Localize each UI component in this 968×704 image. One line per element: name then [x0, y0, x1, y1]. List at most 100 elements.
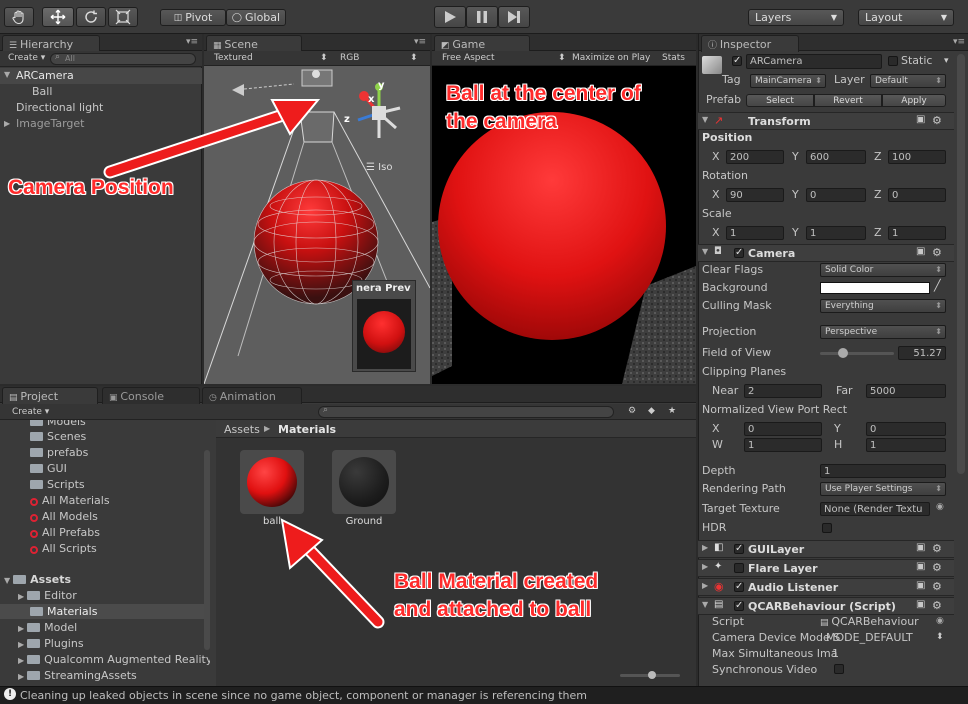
pause-button[interactable]: [466, 6, 498, 28]
transform-header[interactable]: ▼ ↗ Transform ▣ ⚙: [698, 112, 954, 130]
play-button[interactable]: [434, 6, 466, 28]
audio-listener-enabled-checkbox[interactable]: ✓: [734, 582, 744, 592]
position-x-field[interactable]: 200: [726, 150, 784, 164]
clear-flags-dropdown[interactable]: Solid Color: [820, 263, 946, 277]
favorite-item-all-scripts[interactable]: All Scripts: [30, 541, 97, 556]
layer-dropdown[interactable]: Default: [870, 74, 946, 88]
script-value[interactable]: ▤ QCARBehaviour: [820, 614, 919, 630]
asset-folder-materials[interactable]: Materials: [30, 604, 97, 619]
help-icon[interactable]: ▣: [916, 580, 925, 591]
asset-folder-streamingassets[interactable]: ▶ StreamingAssets: [18, 668, 137, 683]
hand-tool-button[interactable]: [4, 7, 34, 27]
assets-root[interactable]: ▼ Assets: [4, 572, 71, 587]
static-checkbox[interactable]: [888, 56, 898, 66]
fov-slider[interactable]: [820, 348, 894, 358]
guilayer-header[interactable]: ▶ ◧ ✓ GUILayer ▣ ⚙: [698, 540, 954, 558]
gear-icon[interactable]: ⚙: [932, 542, 942, 555]
object-picker-icon[interactable]: ◉: [936, 616, 944, 626]
flare-layer-header[interactable]: ▶ ✦ Flare Layer ▣ ⚙: [698, 559, 954, 577]
hierarchy-item-ball[interactable]: Ball: [32, 85, 52, 98]
viewport-x-field[interactable]: 0: [744, 422, 822, 436]
hierarchy-search-input[interactable]: ⌕ All: [50, 52, 196, 65]
expand-arrow-icon[interactable]: ▼: [4, 70, 10, 79]
culling-mask-dropdown[interactable]: Everything: [820, 299, 946, 313]
global-toggle[interactable]: ◯ Global: [226, 9, 286, 26]
scale-z-field[interactable]: 1: [888, 226, 946, 240]
inspector-scrollbar[interactable]: [957, 54, 965, 474]
favorite-item-all-materials[interactable]: All Materials: [30, 493, 110, 508]
filter-label-icon[interactable]: ◆: [648, 406, 655, 416]
gear-icon[interactable]: ⚙: [932, 246, 942, 259]
asset-folder-model[interactable]: ▶ Model: [18, 620, 77, 635]
help-icon[interactable]: ▣: [916, 246, 925, 257]
favorite-item-all-prefabs[interactable]: All Prefabs: [30, 525, 100, 540]
status-message[interactable]: Cleaning up leaked objects in scene sinc…: [20, 689, 587, 702]
camera-enabled-checkbox[interactable]: ✓: [734, 248, 744, 258]
rotation-y-field[interactable]: 0: [806, 188, 866, 202]
tab-project[interactable]: ▤ Project: [2, 387, 98, 404]
material-tile-ball[interactable]: ball: [240, 450, 306, 546]
guilayer-enabled-checkbox[interactable]: ✓: [734, 544, 744, 554]
hierarchy-item-directional-light[interactable]: Directional light: [16, 101, 103, 114]
viewport-y-field[interactable]: 0: [866, 422, 946, 436]
render-mode-dropdown[interactable]: RGB: [340, 53, 359, 63]
scale-y-field[interactable]: 1: [806, 226, 866, 240]
device-mode-dropdown[interactable]: MODE_DEFAULT: [826, 630, 913, 646]
help-icon[interactable]: ▣: [916, 542, 925, 553]
panel-menu-icon[interactable]: ▾≡: [186, 37, 198, 47]
hierarchy-item-imagetarget[interactable]: ImageTarget: [16, 117, 84, 130]
layout-dropdown[interactable]: Layout ▼: [858, 9, 954, 26]
viewport-h-field[interactable]: 1: [866, 438, 946, 452]
projection-dropdown[interactable]: Perspective: [820, 325, 946, 339]
help-icon[interactable]: ▣: [916, 599, 925, 610]
target-texture-field[interactable]: None (Render Textu: [820, 502, 930, 516]
rotate-tool-button[interactable]: [76, 7, 106, 27]
tab-animation[interactable]: ◷ Animation: [202, 387, 302, 404]
favorite-item-all-models[interactable]: All Models: [30, 509, 98, 524]
near-field[interactable]: 2: [744, 384, 822, 398]
favorite-item-scenes[interactable]: Scenes: [30, 429, 86, 444]
tab-scene[interactable]: ▦ Scene: [206, 35, 302, 52]
flare-layer-enabled-checkbox[interactable]: [734, 563, 744, 573]
asset-folder-plugins[interactable]: ▶ Plugins: [18, 636, 84, 651]
pivot-toggle[interactable]: ◫ Pivot: [160, 9, 226, 26]
rotation-z-field[interactable]: 0: [888, 188, 946, 202]
step-button[interactable]: [498, 6, 530, 28]
move-tool-button[interactable]: [42, 7, 74, 27]
gear-icon[interactable]: ⚙: [932, 561, 942, 574]
hierarchy-create-button[interactable]: Create ▾: [8, 53, 45, 63]
eyedropper-icon[interactable]: ╱: [934, 279, 941, 292]
zoom-slider-thumb[interactable]: [648, 671, 656, 679]
fov-field[interactable]: 51.27: [898, 346, 946, 360]
prefab-select-button[interactable]: Select: [746, 94, 814, 107]
maximize-on-play-toggle[interactable]: Maximize on Play: [572, 53, 650, 63]
depth-field[interactable]: 1: [820, 464, 946, 478]
expand-arrow-icon[interactable]: ▶: [4, 119, 10, 128]
help-icon[interactable]: ▣: [916, 561, 925, 572]
stats-toggle[interactable]: Stats: [662, 53, 685, 63]
material-tile-ground[interactable]: Ground: [332, 450, 398, 546]
breadcrumb-assets[interactable]: Assets: [224, 423, 260, 436]
iso-label[interactable]: ☰ Iso: [366, 162, 392, 173]
tree-scrollbar[interactable]: [204, 450, 210, 650]
hdr-checkbox[interactable]: [822, 523, 832, 533]
viewport-w-field[interactable]: 1: [744, 438, 822, 452]
tab-inspector[interactable]: ⓘ Inspector: [701, 35, 799, 52]
project-search-input[interactable]: ⌕: [318, 405, 614, 418]
panel-menu-icon[interactable]: ▾≡: [414, 37, 426, 47]
scale-tool-button[interactable]: [108, 7, 138, 27]
position-z-field[interactable]: 100: [888, 150, 946, 164]
camera-header[interactable]: ▼ ◘ ✓ Camera ▣ ⚙: [698, 244, 954, 262]
synchronous-video-checkbox[interactable]: [834, 664, 844, 674]
favorite-item-gui[interactable]: GUI: [30, 461, 67, 476]
hierarchy-item-arcamera[interactable]: ARCamera: [16, 69, 74, 82]
position-y-field[interactable]: 600: [806, 150, 866, 164]
breadcrumb-materials[interactable]: Materials: [278, 423, 336, 436]
object-picker-icon[interactable]: ◉: [936, 502, 944, 512]
filter-type-icon[interactable]: ⚙: [628, 406, 636, 416]
panel-menu-icon[interactable]: ▾≡: [953, 37, 965, 47]
max-simultaneous-value[interactable]: 1: [832, 646, 839, 662]
shading-dropdown[interactable]: Textured: [214, 53, 253, 63]
qcar-enabled-checkbox[interactable]: ✓: [734, 601, 744, 611]
tab-console[interactable]: ▣ Console: [102, 387, 200, 404]
